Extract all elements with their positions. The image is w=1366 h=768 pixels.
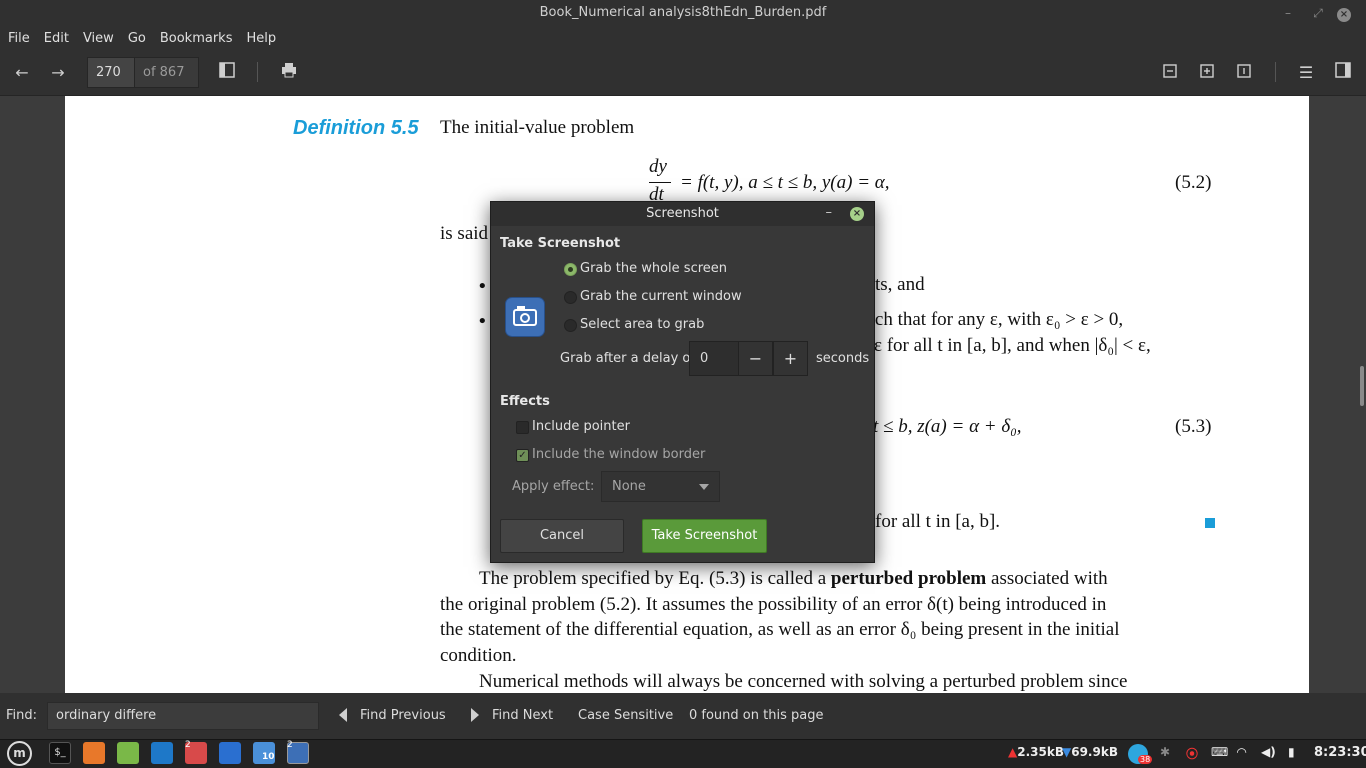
find-previous-button[interactable]: Find Previous (360, 708, 446, 723)
print-icon[interactable] (276, 60, 302, 86)
maximize-icon[interactable]: ⤢ (1306, 0, 1330, 26)
paragraph1-line3: the statement of the differential equati… (440, 619, 1120, 640)
wifi-icon[interactable]: ◠ (1237, 745, 1246, 759)
find-previous-icon[interactable] (339, 708, 347, 722)
option-select-area[interactable]: Select area to grab (580, 317, 704, 332)
option-whole-screen[interactable]: Grab the whole screen (580, 261, 727, 276)
cancel-button[interactable]: Cancel (500, 519, 624, 553)
case-sensitive-toggle[interactable]: Case Sensitive (578, 708, 673, 723)
back-arrow-icon[interactable]: ← (9, 60, 35, 86)
app-badge-2b: 2 (287, 740, 293, 750)
chevron-down-icon (699, 484, 709, 490)
panel-toggle-icon[interactable] (1330, 60, 1356, 86)
download-speed: ▼69.9kB (1062, 745, 1118, 759)
eq52-rhs: = f(t, y), a ≤ t ≤ b, y(a) = α, (680, 172, 890, 193)
take-screenshot-section: Take Screenshot (500, 236, 621, 251)
find-status: 0 found on this page (689, 708, 824, 723)
firefox-icon[interactable] (83, 742, 105, 764)
telegram-badge: 38 (1138, 755, 1153, 764)
menu-lines-icon[interactable]: ☰ (1293, 60, 1319, 86)
clock[interactable]: 8:23:30 (1314, 745, 1366, 760)
bullet-1: • (477, 276, 488, 297)
window-titlebar: Book_Numerical analysis8thEdn_Burden.pdf… (0, 0, 1366, 26)
paragraph1-line4: condition. (440, 645, 517, 666)
sidebar-toggle-icon[interactable] (214, 60, 240, 86)
delay-increment-button[interactable]: + (773, 341, 808, 376)
window-close-button[interactable]: × (1332, 0, 1356, 26)
page-total-label: of 867 (135, 57, 199, 88)
menu-go[interactable]: Go (128, 31, 156, 46)
is-said-text: is said (440, 223, 489, 244)
bluetooth-icon[interactable]: ✱ (1160, 745, 1170, 759)
fit-page-icon[interactable] (1231, 60, 1257, 86)
paragraph2-line1: Numerical methods will always be concern… (479, 671, 1128, 692)
mint-menu-icon[interactable]: m (7, 741, 32, 766)
page-number-input[interactable]: 270 (87, 57, 135, 88)
minimize-icon[interactable]: – (1276, 0, 1300, 26)
delay-input[interactable]: 0 (689, 341, 739, 376)
delay-decrement-button[interactable]: − (738, 341, 773, 376)
bullet-2: • (477, 311, 488, 332)
radio-whole-screen[interactable] (564, 263, 577, 276)
include-pointer-label[interactable]: Include pointer (532, 419, 630, 434)
camera-icon (505, 297, 545, 337)
files-icon[interactable] (117, 742, 139, 764)
definition-intro: The initial-value problem (440, 117, 635, 138)
vscode-icon[interactable] (151, 742, 173, 764)
definition-label: Definition 5.5 (293, 117, 419, 139)
find-next-icon[interactable] (471, 708, 479, 722)
terminal-icon[interactable]: $_ (49, 742, 71, 764)
menu-edit[interactable]: Edit (44, 31, 79, 46)
paragraph1-line2: the original problem (5.2). It assumes t… (440, 594, 1107, 615)
take-screenshot-button[interactable]: Take Screenshot (642, 519, 767, 553)
apply-effect-label: Apply effect: (512, 479, 595, 494)
for-all-text: for all t in [a, b]. (875, 511, 1001, 532)
eq53-rhs: t ≤ b, z(a) = α + δ₀, (873, 416, 1022, 437)
radio-current-window[interactable] (564, 291, 577, 304)
effects-section: Effects (500, 394, 550, 409)
find-label: Find: (6, 708, 38, 723)
find-input[interactable]: ordinary differe (47, 702, 319, 730)
close-icon: × (1337, 8, 1351, 22)
upload-speed: ▲2.35kB (1008, 745, 1064, 759)
include-border-label[interactable]: Include the window border (532, 447, 705, 462)
bullet1-tail: ts, and (875, 274, 925, 295)
menu-view[interactable]: View (83, 31, 124, 46)
dialog-minimize-button[interactable]: – (826, 202, 833, 224)
delay-unit-label: seconds (816, 351, 870, 366)
zoom-in-icon[interactable] (1194, 60, 1220, 86)
battery-icon[interactable]: ▮ (1288, 745, 1295, 759)
window-title: Book_Numerical analysis8thEdn_Burden.pdf (539, 5, 827, 20)
dialog-title: Screenshot (491, 202, 874, 226)
forward-arrow-icon[interactable]: → (45, 60, 71, 86)
menu-file[interactable]: File (8, 31, 40, 46)
zoom-out-icon[interactable] (1157, 60, 1183, 86)
writer-icon[interactable] (219, 742, 241, 764)
option-current-window[interactable]: Grab the current window (580, 289, 742, 304)
eq53-number: (5.3) (1175, 416, 1212, 437)
qed-square (1205, 518, 1215, 528)
screenshot-dialog: Screenshot – × Take Screenshot Grab the … (490, 201, 875, 563)
eq52-number: (5.2) (1175, 172, 1212, 193)
bullet2-line2: ε for all t in [a, b], and when |δ₀| < ε… (874, 335, 1151, 356)
menu-bar: File Edit View Go Bookmarks Help (0, 26, 1366, 50)
bullet2-line1: such that for any ε, with ε₀ > ε > 0, (858, 309, 1124, 330)
app-badge-2: 2 (185, 740, 191, 750)
dialog-close-button[interactable]: × (850, 207, 864, 221)
paragraph1-line1: The problem specified by Eq. (5.3) is ca… (479, 568, 1108, 589)
delay-label: Grab after a delay of (560, 351, 695, 366)
vertical-scrollbar[interactable] (1360, 366, 1364, 406)
include-border-checkbox[interactable]: ✓ (516, 449, 529, 462)
app-badge-10: 10 (262, 752, 275, 762)
menu-bookmarks[interactable]: Bookmarks (160, 31, 243, 46)
location-icon[interactable]: ⦿ (1186, 745, 1198, 762)
menu-help[interactable]: Help (246, 31, 286, 46)
find-next-button[interactable]: Find Next (492, 708, 553, 723)
apply-effect-select[interactable]: None (601, 471, 720, 502)
keyboard-icon[interactable]: ⌨ (1211, 745, 1228, 759)
volume-icon[interactable]: ◀) (1261, 745, 1276, 759)
radio-select-area[interactable] (564, 319, 577, 332)
include-pointer-checkbox[interactable] (516, 421, 529, 434)
eq52-numerator: dy (649, 156, 667, 177)
